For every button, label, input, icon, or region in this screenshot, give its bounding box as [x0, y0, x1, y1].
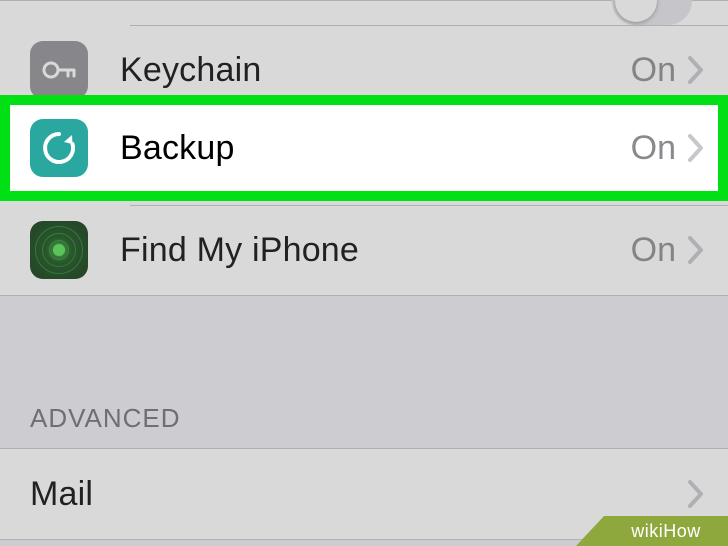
row-value: On [631, 231, 676, 270]
row-value: On [631, 129, 676, 168]
backup-restore-icon [30, 119, 88, 177]
radar-icon [30, 221, 88, 279]
chevron-right-icon [688, 480, 704, 508]
chevron-right-icon [688, 56, 704, 84]
row-label: Find My iPhone [120, 231, 631, 270]
chevron-right-icon [688, 134, 704, 162]
row-label: Keychain [120, 51, 631, 90]
watermark-text: wikiHow [604, 516, 728, 546]
list-row-find-my-iphone[interactable]: Find My iPhone On [0, 205, 728, 295]
highlighted-row-backup[interactable]: Backup On [10, 105, 718, 191]
wikihow-watermark: wikiHow [604, 516, 728, 546]
section-header-advanced: Advanced [0, 358, 728, 448]
row-label: Backup [120, 129, 631, 168]
list-row-keychain[interactable]: Keychain On [0, 25, 728, 115]
section-gap [0, 296, 728, 358]
chevron-right-icon [688, 236, 704, 264]
row-label: Mail [30, 475, 688, 514]
row-value: On [631, 51, 676, 90]
toggle-switch-off[interactable] [612, 0, 692, 25]
key-icon [30, 41, 88, 99]
list-row-partial-toggle[interactable] [0, 1, 728, 25]
